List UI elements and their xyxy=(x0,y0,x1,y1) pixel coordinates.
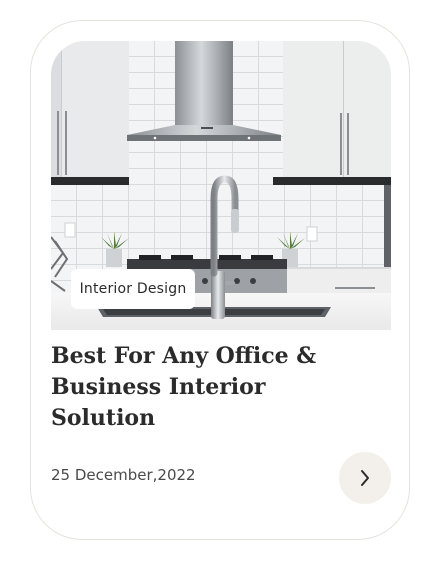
post-date: 25 December,2022 xyxy=(51,466,196,484)
chevron-right-icon xyxy=(361,470,369,486)
read-more-button[interactable] xyxy=(339,452,391,504)
post-title[interactable]: Best For Any Office & Business Interior … xyxy=(51,341,351,434)
category-tag[interactable]: Interior Design xyxy=(71,269,195,309)
